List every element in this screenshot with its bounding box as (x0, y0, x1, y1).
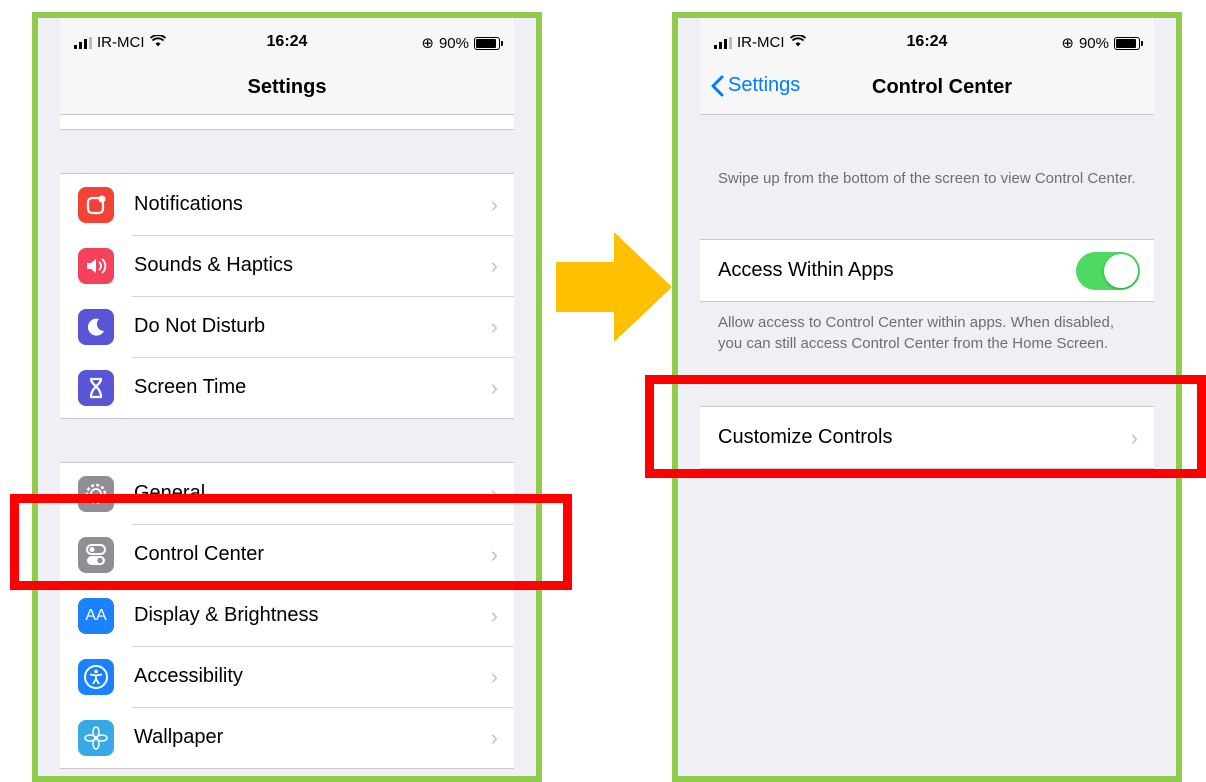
row-label: Display & Brightness (134, 604, 319, 626)
chevron-right-icon: › (490, 480, 498, 506)
chevron-right-icon: › (490, 313, 498, 339)
partial-row (60, 115, 514, 130)
status-bar: IR-MCI 16:24 ⊕ 90% (60, 18, 514, 64)
row-label: Notifications (134, 193, 243, 215)
orientation-lock-icon: ⊕ (1061, 35, 1074, 52)
chevron-right-icon: › (490, 724, 498, 750)
accessibility-icon (78, 658, 114, 695)
settings-row-display[interactable]: AA Display & Brightness › (60, 585, 514, 646)
customize-controls-row[interactable]: Customize Controls › (700, 407, 1154, 468)
settings-screenshot: IR-MCI 16:24 ⊕ 90% Settings Notification… (32, 12, 542, 782)
flower-icon (78, 719, 114, 756)
chevron-right-icon: › (490, 191, 498, 217)
chevron-right-icon: › (490, 663, 498, 689)
battery-percent: 90% (1078, 34, 1109, 52)
access-group: Access Within Apps (700, 239, 1154, 302)
settings-row-do-not-disturb[interactable]: Do Not Disturb › (60, 296, 514, 357)
chevron-right-icon: › (490, 374, 498, 400)
settings-group-1: Notifications › Sounds & Haptics › Do No… (60, 173, 514, 419)
battery-percent: 90% (438, 34, 469, 52)
orientation-lock-icon: ⊕ (421, 35, 434, 52)
chevron-right-icon: › (490, 252, 498, 278)
settings-screen: IR-MCI 16:24 ⊕ 90% Settings Notification… (60, 18, 514, 776)
notifications-icon (78, 186, 114, 223)
access-footer-text: Allow access to Control Center within ap… (718, 314, 1115, 352)
row-label: General (134, 482, 206, 504)
display-icon: AA (78, 597, 114, 634)
battery-icon (474, 36, 503, 50)
settings-row-accessibility[interactable]: Accessibility › (60, 646, 514, 707)
settings-row-sounds[interactable]: Sounds & Haptics › (60, 235, 514, 296)
control-center-screenshot: IR-MCI 16:24 ⊕ 90% Settings Control Cent… (672, 12, 1182, 782)
settings-row-screen-time[interactable]: Screen Time › (60, 357, 514, 418)
gear-icon (78, 475, 114, 512)
chevron-right-icon: › (1130, 424, 1138, 450)
row-label: Accessibility (134, 665, 243, 687)
customize-controls-label: Customize Controls (718, 426, 893, 448)
nav-bar: Settings (60, 64, 514, 124)
customize-group: Customize Controls › (700, 406, 1154, 469)
nav-bar: Settings Control Center (700, 64, 1154, 115)
row-label: Wallpaper (134, 726, 224, 748)
toggles-icon (78, 536, 114, 573)
row-label: Screen Time (134, 376, 247, 398)
settings-row-general[interactable]: General › (60, 463, 514, 524)
moon-icon (78, 308, 114, 345)
settings-group-2: General › Control Center › AA Display & … (60, 462, 514, 769)
control-center-screen: IR-MCI 16:24 ⊕ 90% Settings Control Cent… (700, 18, 1154, 776)
arrow-right-icon (556, 232, 672, 347)
settings-row-notifications[interactable]: Notifications › (60, 174, 514, 235)
access-within-apps-row: Access Within Apps (700, 240, 1154, 301)
chevron-right-icon: › (490, 602, 498, 628)
page-title: Settings (247, 76, 327, 98)
access-within-apps-label: Access Within Apps (718, 259, 894, 281)
hourglass-icon (78, 369, 114, 406)
settings-row-wallpaper[interactable]: Wallpaper › (60, 707, 514, 768)
row-label: Sounds & Haptics (134, 254, 293, 276)
battery-icon (1114, 36, 1143, 50)
settings-row-control-center[interactable]: Control Center › (60, 524, 514, 585)
status-bar: IR-MCI 16:24 ⊕ 90% (700, 18, 1154, 64)
page-title: Control Center (872, 76, 1012, 98)
access-within-apps-toggle[interactable] (1076, 251, 1140, 290)
row-label: Control Center (134, 543, 265, 565)
sounds-icon (78, 247, 114, 284)
intro-text: Swipe up from the bottom of the screen t… (718, 170, 1136, 187)
row-label: Do Not Disturb (134, 315, 266, 337)
chevron-right-icon: › (490, 541, 498, 567)
